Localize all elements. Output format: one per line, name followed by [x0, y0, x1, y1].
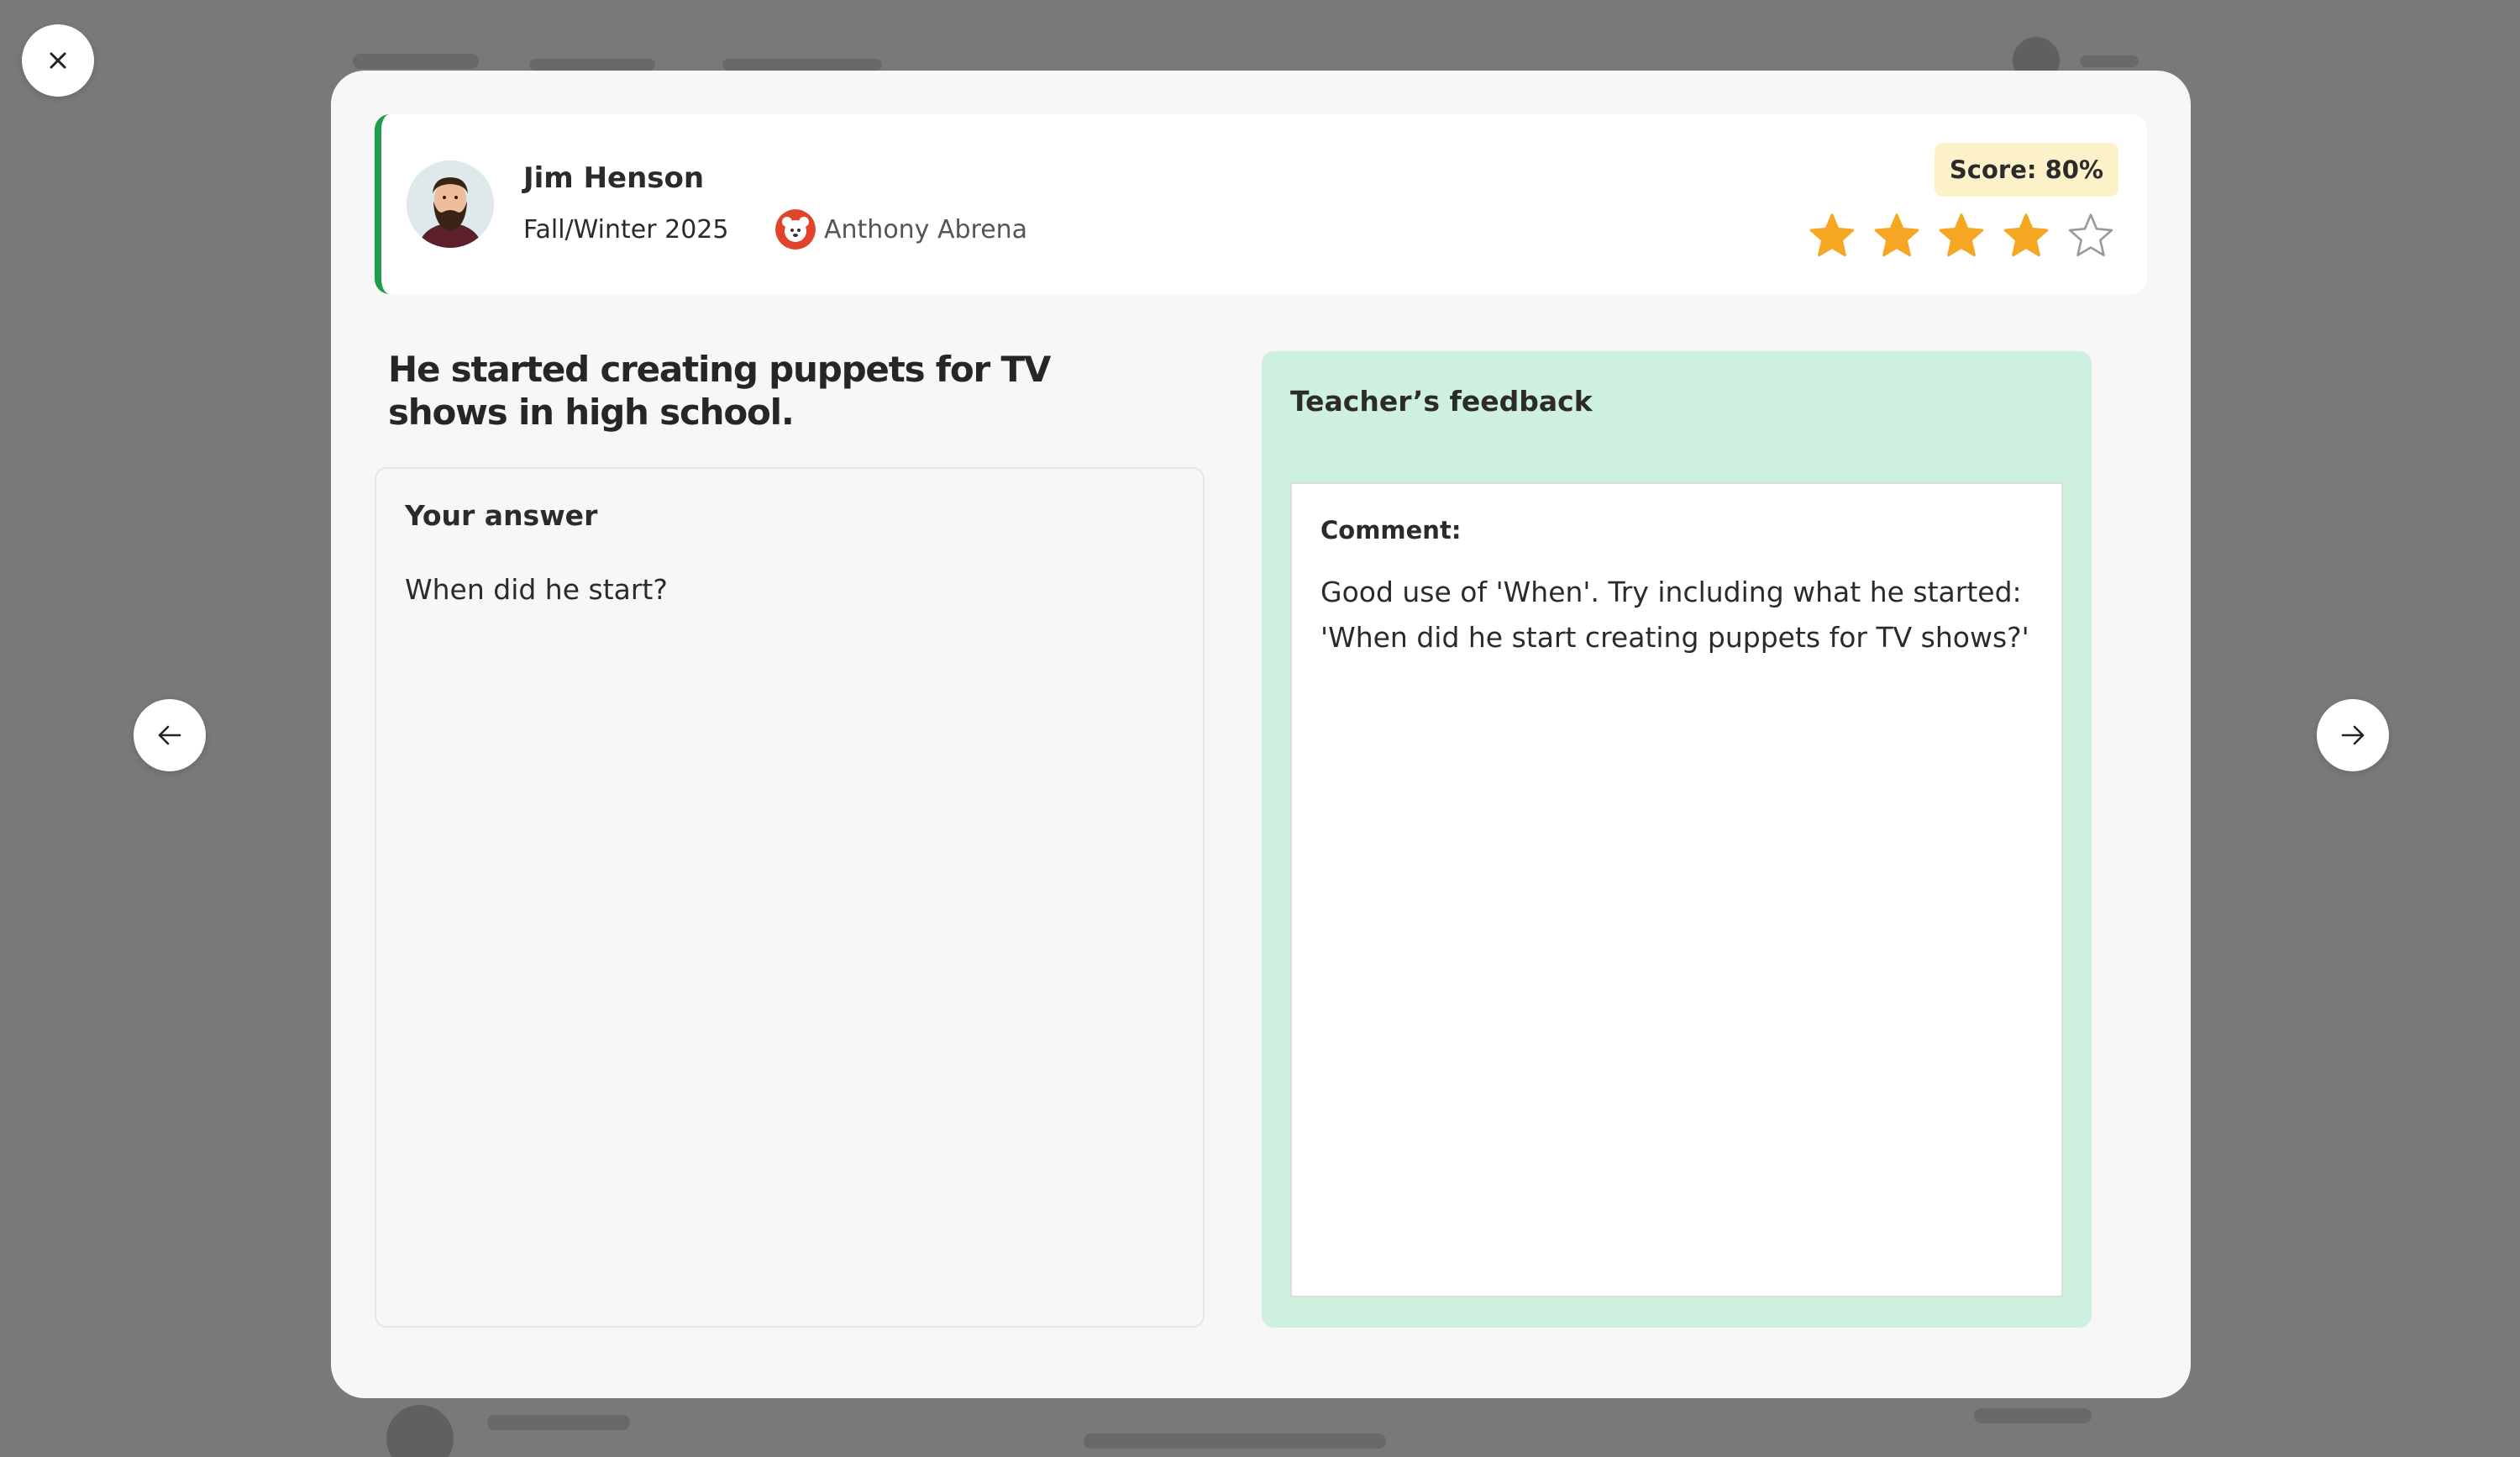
answer-label: Your answer	[405, 499, 598, 532]
comment-box: Comment: Good use of 'When'. Try includi…	[1290, 482, 2063, 1297]
feedback-modal: Jim Henson Fall/Winter 2025 Anthony Abre…	[331, 71, 2191, 1398]
close-button[interactable]	[22, 24, 94, 97]
question-prompt: He started creating puppets for TV shows…	[388, 349, 1051, 433]
teacher-avatar	[775, 209, 816, 250]
student-name: Jim Henson	[523, 161, 705, 195]
star-filled-icon	[2003, 213, 2049, 257]
star-filled-icon	[1809, 213, 1855, 257]
answer-text: When did he start?	[405, 573, 668, 606]
arrow-left-icon	[158, 725, 181, 745]
close-icon	[50, 52, 66, 69]
term-label: Fall/Winter 2025	[523, 215, 729, 245]
star-empty-icon	[2068, 213, 2113, 257]
comment-label: Comment:	[1320, 516, 1462, 544]
teacher-feedback-panel: Teacher’s feedback Comment: Good use of …	[1262, 351, 2092, 1328]
comment-text: Good use of 'When'. Try including what h…	[1320, 576, 2029, 654]
teacher-info: Anthony Abrena	[775, 208, 1027, 250]
next-button[interactable]	[2317, 699, 2389, 771]
arrow-right-icon	[2341, 725, 2365, 745]
star-filled-icon	[1874, 213, 1919, 257]
student-avatar	[407, 160, 494, 248]
student-header-card: Jim Henson Fall/Winter 2025 Anthony Abre…	[375, 114, 2147, 294]
star-filled-icon	[1939, 213, 1984, 257]
teacher-name: Anthony Abrena	[824, 214, 1028, 245]
previous-button[interactable]	[134, 699, 206, 771]
star-rating	[1808, 212, 2115, 260]
score-badge: Score: 80%	[1934, 143, 2118, 197]
feedback-title: Teacher’s feedback	[1290, 385, 1593, 418]
answer-panel: Your answer When did he start?	[375, 467, 1205, 1328]
